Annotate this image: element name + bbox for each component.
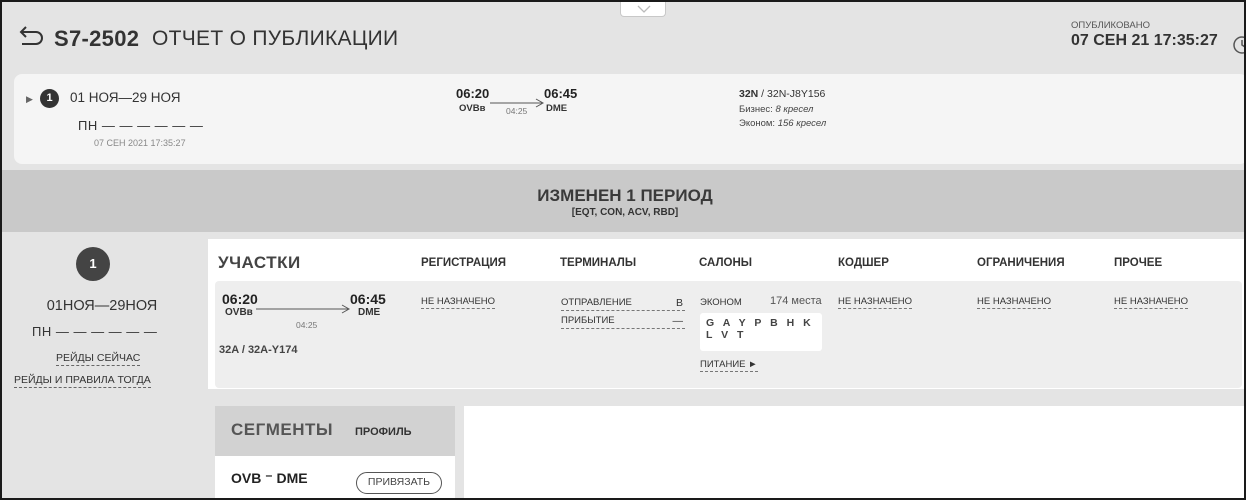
flight-duration: 04:25 xyxy=(506,106,528,116)
publication-report-window: S7-2502 ОТЧЕТ О ПУБЛИКАЦИИ ОПУБЛИКОВАНО … xyxy=(0,0,1246,500)
period-published-date: 07 СЕН 2021 17:35:27 xyxy=(94,138,186,148)
column-restrictions: ОГРАНИЧЕНИЯ xyxy=(977,257,1065,269)
restrictions-value[interactable]: НЕ НАЗНАЧЕНО xyxy=(977,296,1052,309)
business-seats: Бизнес: 8 кресел xyxy=(739,104,813,115)
leg-arrival-airport: DME xyxy=(358,307,381,318)
published-date: 07 СЕН 21 17:35:27 xyxy=(1071,32,1218,49)
meal-link[interactable]: ПИТАНИЕ ► xyxy=(700,359,758,372)
column-terminals: ТЕРМИНАЛЫ xyxy=(560,257,637,269)
departure-time: 06:20 xyxy=(456,86,490,101)
leg-aircraft: 32A / 32A-Y174 xyxy=(219,344,298,356)
cabin-seats: 174 места xyxy=(770,295,822,307)
segment-list: OVB ⁻ DME ПРИВЯЗАТЬ xyxy=(215,456,455,498)
cabin-name: ЭКОНОМ xyxy=(700,297,742,308)
economy-value: 156 кресел xyxy=(777,118,827,129)
period-summary-card[interactable]: ▶ 1 01 НОЯ—29 НОЯ ПН — — — — — — 07 СЕН … xyxy=(14,74,1244,164)
changes-title: ИЗМЕНЕН 1 ПЕРИОД xyxy=(537,186,713,205)
changes-codes: [EQT, CON, ACV, RBD] xyxy=(571,207,679,218)
aircraft-config: 32N / 32N-J8Y156 xyxy=(739,88,825,100)
segments-content-area xyxy=(464,406,1244,498)
bind-button[interactable]: ПРИВЯЗАТЬ xyxy=(356,472,442,494)
leg-row: 06:20 OVBв 04:25 06:45 DME 32A / 32A-Y17… xyxy=(215,281,1242,388)
codeshare-value[interactable]: НЕ НАЗНАЧЕНО xyxy=(838,296,913,309)
business-label: Бизнес: xyxy=(739,104,776,115)
flights-now-link[interactable]: РЕЙДЫ СЕЙЧАС xyxy=(56,352,141,366)
business-value: 8 кресел xyxy=(775,104,814,115)
tab-profile[interactable]: ПРОФИЛЬ xyxy=(355,426,412,438)
aircraft-code: 32N xyxy=(739,88,759,100)
changes-banner: ИЗМЕНЕН 1 ПЕРИОД [EQT, CON, ACV, RBD] xyxy=(2,170,1244,232)
terminal-departure-label: ОТПРАВЛЕНИЕ xyxy=(561,297,632,308)
aircraft-layout: / 32N-J8Y156 xyxy=(758,88,826,100)
period-dates: 01НОЯ—29НОЯ xyxy=(46,298,158,314)
arrival-time: 06:45 xyxy=(544,86,578,101)
other-value[interactable]: НЕ НАЗНАЧЕНО xyxy=(1114,296,1189,309)
period-details-panel: УЧАСТКИ РЕГИСТРАЦИЯ ТЕРМИНАЛЫ САЛОНЫ КОД… xyxy=(208,239,1244,389)
checkin-value[interactable]: НЕ НАЗНАЧЕНО xyxy=(421,296,496,309)
terminal-departure-value: B xyxy=(675,297,683,309)
back-arrow-icon[interactable] xyxy=(18,25,44,47)
tab-segments[interactable]: СЕГМЕНТЫ xyxy=(231,420,333,440)
leg-departure-time: 06:20 xyxy=(222,291,258,307)
column-legs: УЧАСТКИ xyxy=(218,253,301,272)
arrival-airport: DME xyxy=(546,103,568,114)
published-label: ОПУБЛИКОВАНО xyxy=(1071,20,1150,31)
report-header: S7-2502 ОТЧЕТ О ПУБЛИКАЦИИ ОПУБЛИКОВАНО … xyxy=(2,2,1246,68)
flights-then-link[interactable]: РЕЙДЫ И ПРАВИЛА ТОГДА xyxy=(14,374,151,388)
flight-code: S7-2502 xyxy=(54,26,140,51)
period-days: ПН — — — — — — xyxy=(32,324,158,339)
terminal-arrival-label: ПРИБЫТИЕ xyxy=(561,315,615,326)
economy-seats: Эконом: 156 кресел xyxy=(739,118,826,129)
column-codeshare: КОДШЕР xyxy=(838,257,889,269)
terminal-departure[interactable]: ОТПРАВЛЕНИЕ B xyxy=(561,297,685,311)
leg-duration: 04:25 xyxy=(296,320,318,330)
period-days: ПН — — — — — — xyxy=(78,118,204,133)
column-other: ПРОЧЕЕ xyxy=(1114,257,1163,269)
route-arrow-icon xyxy=(256,304,351,314)
period-number-badge: 1 xyxy=(40,89,59,108)
departure-airport: OVBв xyxy=(459,103,486,114)
economy-label: Эконом: xyxy=(739,118,778,129)
chevron-down-icon xyxy=(637,5,651,13)
leg-arrival-time: 06:45 xyxy=(350,291,386,307)
period-dates: 01 НОЯ—29 НОЯ xyxy=(70,90,181,105)
expand-triangle-icon[interactable]: ▶ xyxy=(26,94,33,105)
page-title: ОТЧЕТ О ПУБЛИКАЦИИ xyxy=(152,27,399,50)
rbd-classes: G A Y P B H K L V T xyxy=(700,313,822,351)
collapse-toggle[interactable] xyxy=(620,2,666,17)
period-number-badge: 1 xyxy=(76,247,110,281)
segments-tabs: СЕГМЕНТЫ ПРОФИЛЬ xyxy=(215,406,455,456)
leg-departure-airport: OVBв xyxy=(225,307,253,318)
column-checkin: РЕГИСТРАЦИЯ xyxy=(421,257,507,269)
segment-pair: OVB ⁻ DME xyxy=(231,470,308,486)
history-icon[interactable] xyxy=(1232,35,1246,55)
terminal-arrival[interactable]: ПРИБЫТИЕ — xyxy=(561,315,685,329)
terminal-arrival-value: — xyxy=(672,315,684,327)
column-cabins: САЛОНЫ xyxy=(699,257,753,269)
